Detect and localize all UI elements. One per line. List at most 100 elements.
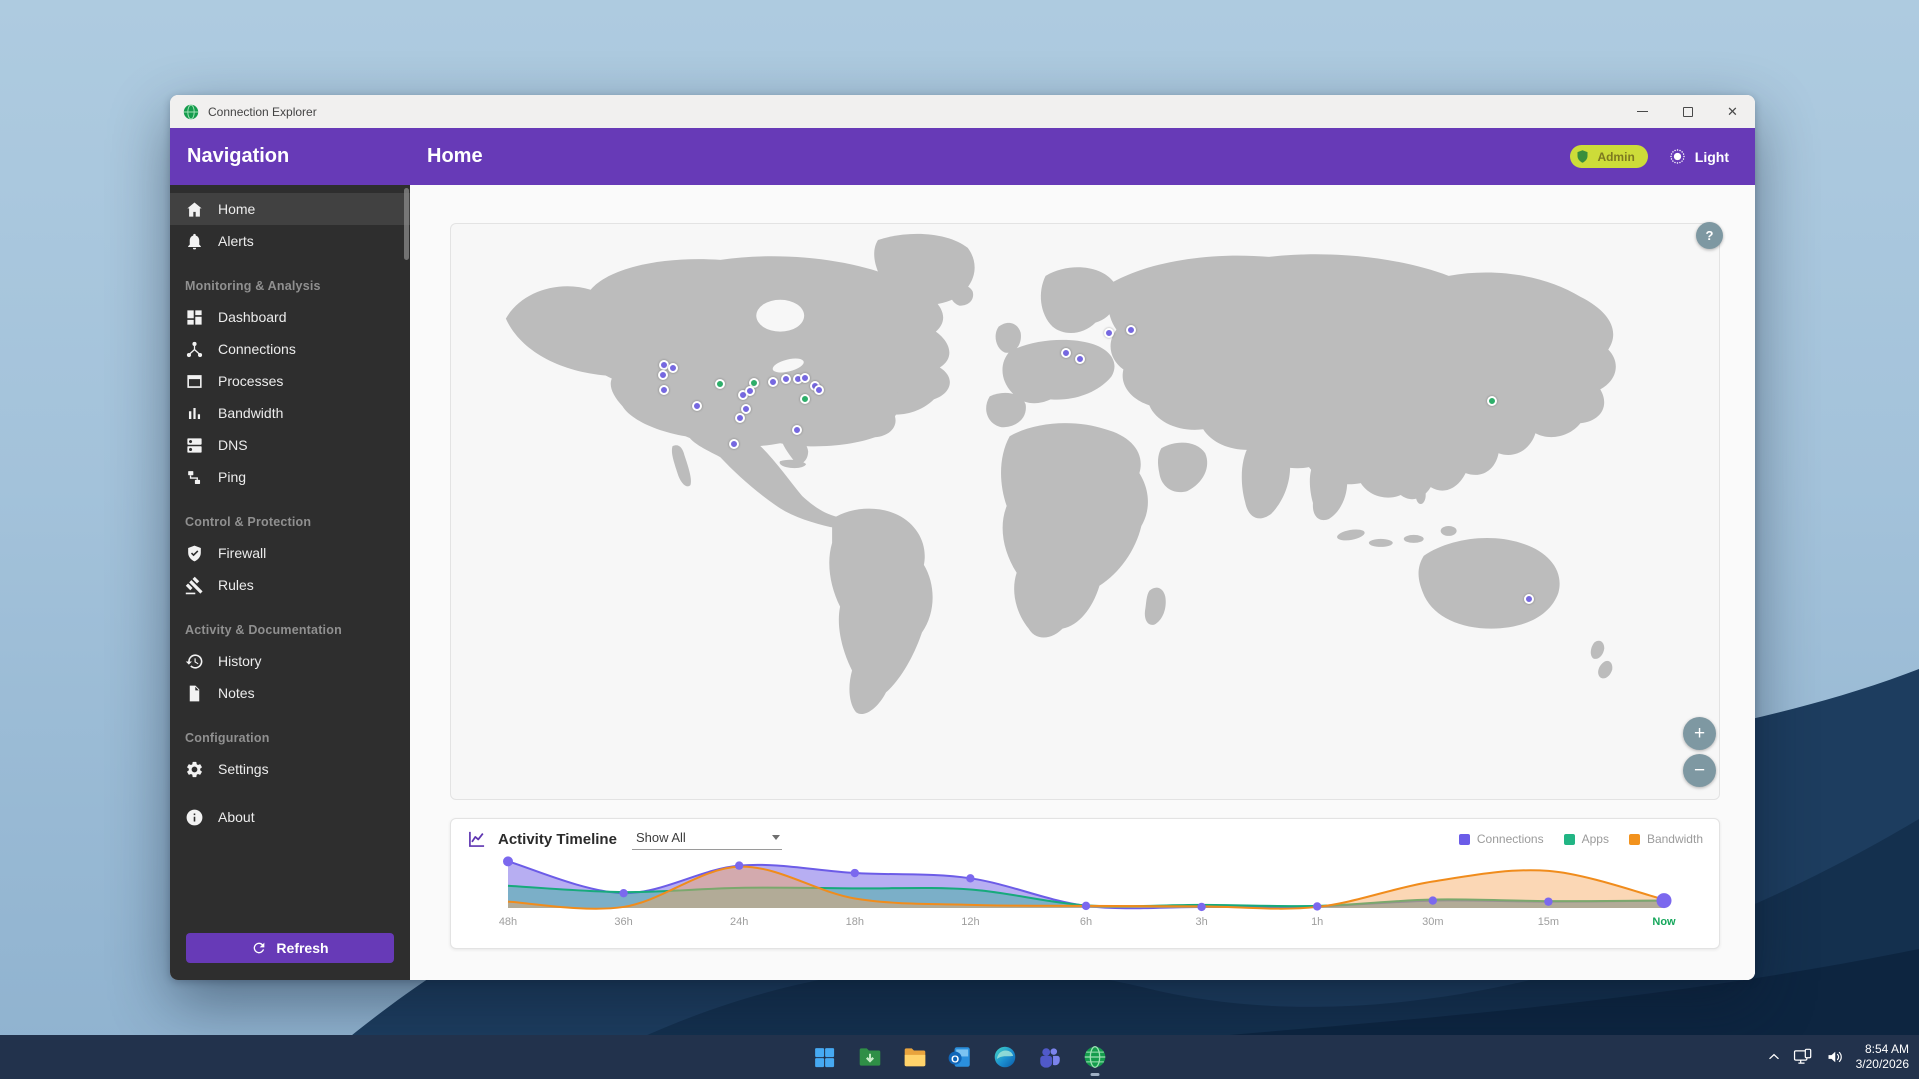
sidebar-item-label: Ping [218,469,246,485]
close-icon: ✕ [1727,105,1738,118]
tray-chevron-up-icon[interactable] [1767,1050,1781,1064]
zoom-out-button[interactable]: − [1683,754,1716,787]
notes-icon [185,684,204,703]
admin-badge-label: Admin [1597,150,1634,164]
shield-icon [1575,149,1590,164]
connection-dot[interactable] [800,394,810,404]
file-explorer-icon[interactable] [896,1037,934,1077]
connection-dot[interactable] [692,401,702,411]
sidebar-item-history[interactable]: History [170,645,410,677]
sidebar-item-dashboard[interactable]: Dashboard [170,301,410,333]
help-button[interactable]: ? [1696,222,1723,249]
connection-dot[interactable] [1524,594,1534,604]
zoom-in-button[interactable]: + [1683,717,1716,750]
ping-icon [185,468,204,487]
processes-icon [185,372,204,391]
network-icon[interactable] [1793,1048,1813,1066]
connection-dot[interactable] [1061,348,1071,358]
sidebar: Home Alerts Monitoring & AnalysisDashboard… [170,185,410,980]
svg-text:Now: Now [1652,916,1676,928]
home-icon [185,200,204,219]
clock-time: 8:54 AM [1856,1042,1909,1057]
volume-icon[interactable] [1825,1048,1844,1066]
connection-dot[interactable] [729,439,739,449]
connection-dot[interactable] [735,413,745,423]
connections-icon [185,340,204,359]
connection-dot[interactable] [658,370,668,380]
sidebar-item-firewall[interactable]: Firewall [170,537,410,569]
sidebar-item-dns[interactable]: DNS [170,429,410,461]
activity-chart: 48h36h24h18h12h6h3h1h30m15mNow [467,852,1705,932]
connection-dot[interactable] [781,374,791,384]
minus-icon: − [1694,760,1705,782]
connection-dot[interactable] [792,425,802,435]
minimize-button[interactable] [1620,95,1665,128]
legend-swatch [1629,834,1640,845]
titlebar[interactable]: Connection Explorer ✕ [170,95,1755,128]
connection-dot[interactable] [814,385,824,395]
sidebar-item-bandwidth[interactable]: Bandwidth [170,397,410,429]
firewall-icon [185,544,204,563]
admin-badge[interactable]: Admin [1570,145,1647,168]
sidebar-section-header: Control & Protection [170,507,410,537]
sidebar-item-alerts[interactable]: Alerts [170,225,410,257]
timeline-filter-select[interactable]: Show All [632,828,782,850]
svg-text:15m: 15m [1538,916,1559,928]
taskbar-clock[interactable]: 8:54 AM 3/20/2026 [1856,1042,1909,1072]
main-content: ? + − Activity Timeline Show All Connect… [410,185,1755,980]
connection-dot[interactable] [668,363,678,373]
sidebar-item-about[interactable]: About [170,801,410,833]
svg-text:30m: 30m [1422,916,1443,928]
sidebar-item-home[interactable]: Home [170,193,410,225]
sidebar-item-connections[interactable]: Connections [170,333,410,365]
sidebar-item-processes[interactable]: Processes [170,365,410,397]
downloads-folder-icon[interactable] [851,1037,889,1077]
connection-dot[interactable] [1075,354,1085,364]
sidebar-item-label: Settings [218,761,269,777]
sidebar-gap [170,785,410,801]
maximize-button[interactable] [1665,95,1710,128]
connection-dot[interactable] [741,404,751,414]
svg-text:36h: 36h [614,916,632,928]
connection-dot[interactable] [715,379,725,389]
connection-dot[interactable] [1104,328,1114,338]
refresh-button[interactable]: Refresh [186,933,394,963]
connection-dot[interactable] [1126,325,1136,335]
connection-dot[interactable] [745,386,755,396]
sidebar-item-ping[interactable]: Ping [170,461,410,493]
sidebar-item-settings[interactable]: Settings [170,753,410,785]
connection-dot[interactable] [768,377,778,387]
close-button[interactable]: ✕ [1710,95,1755,128]
world-map-panel: ? + − [450,223,1720,800]
legend-label: Bandwidth [1647,832,1703,846]
world-map[interactable] [451,224,1719,799]
connection-explorer-icon[interactable] [1076,1037,1114,1077]
sidebar-section-header: Configuration [170,723,410,753]
app-window: Connection Explorer ✕ Navigation Home Ad… [170,95,1755,980]
legend-swatch [1459,834,1470,845]
sidebar-item-rules[interactable]: Rules [170,569,410,601]
edge-icon[interactable] [986,1037,1024,1077]
sidebar-item-notes[interactable]: Notes [170,677,410,709]
maximize-icon [1683,107,1693,117]
sidebar-item-label: Notes [218,685,255,701]
sidebar-section-header: Activity & Documentation [170,615,410,645]
sidebar-item-label: Alerts [218,233,254,249]
connection-dot[interactable] [1487,396,1497,406]
connection-dot[interactable] [800,373,810,383]
sidebar-section-header: Monitoring & Analysis [170,271,410,301]
chart-legend: ConnectionsAppsBandwidth [1459,832,1703,846]
legend-item-connections: Connections [1459,832,1544,846]
theme-toggle[interactable]: Light [1668,147,1729,166]
start-icon[interactable] [806,1037,844,1077]
page-title: Home [410,145,483,168]
outlook-icon[interactable]: O [941,1037,979,1077]
sidebar-item-label: Connections [218,341,296,357]
about-icon [185,808,204,827]
sidebar-item-label: Home [218,201,255,217]
activity-timeline-panel: Activity Timeline Show All ConnectionsAp… [450,818,1720,949]
teams-icon[interactable] [1031,1037,1069,1077]
connection-dot[interactable] [659,385,669,395]
window-title: Connection Explorer [208,105,317,119]
sidebar-scrollbar[interactable] [404,188,409,260]
